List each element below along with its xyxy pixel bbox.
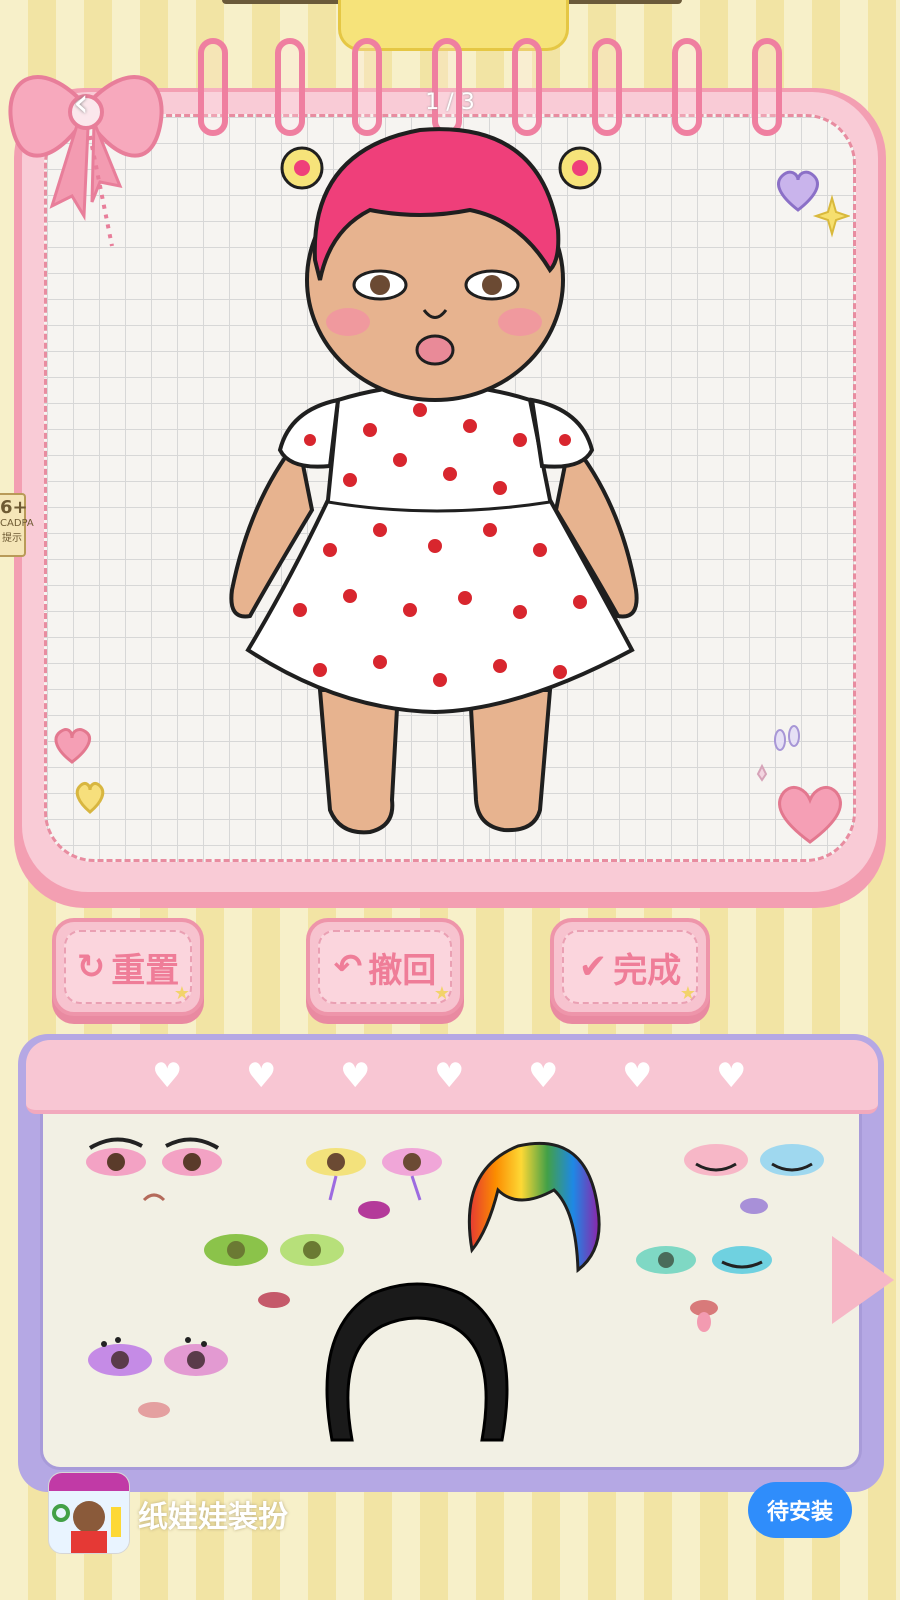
undo-label: 撤回: [368, 950, 437, 991]
makeup-item[interactable]: [84, 1330, 234, 1430]
hearts-decoration: [54, 728, 105, 814]
undo-button[interactable]: ↶ 撤回 ★: [306, 918, 464, 1016]
black-curly-hair-item[interactable]: [312, 1270, 522, 1450]
bow-decoration: [8, 75, 164, 247]
app-icon[interactable]: [48, 1472, 130, 1554]
age-rating-tip: 提示: [2, 533, 22, 544]
heart-icon: ♥: [340, 1056, 371, 1096]
heart-icon: ♥: [716, 1056, 747, 1096]
next-page-arrow[interactable]: [832, 1236, 894, 1324]
check-icon: ✔: [578, 947, 608, 987]
star-icon: ★: [173, 983, 190, 1004]
chevron-left-icon: ‹: [73, 80, 89, 126]
age-rating-value: 6+: [0, 497, 28, 518]
binder-ring: [752, 38, 782, 136]
back-button[interactable]: ‹: [58, 80, 104, 126]
makeup-item[interactable]: [300, 1130, 450, 1230]
age-rating-badge: 6+ CADPA 提示: [0, 493, 34, 557]
install-button[interactable]: 待安装: [748, 1482, 852, 1538]
done-label: 完成: [613, 950, 682, 991]
age-rating-sub: CADPA: [0, 518, 34, 529]
makeup-item[interactable]: [680, 1130, 830, 1230]
heart-icon: ♥: [622, 1056, 653, 1096]
makeup-item[interactable]: [630, 1230, 780, 1340]
star-icon: ★: [679, 983, 696, 1004]
makeup-item[interactable]: [80, 1130, 230, 1220]
heart-icon: ♥: [528, 1056, 559, 1096]
reset-button[interactable]: ↻ 重置 ★: [52, 918, 204, 1016]
reset-icon: ↻: [76, 947, 106, 987]
heart-icon: ♥: [152, 1056, 183, 1096]
app-name: 纸娃娃装扮: [138, 1500, 288, 1535]
binder-ring: [672, 38, 702, 136]
heart-drops-decoration: [756, 725, 842, 844]
done-button[interactable]: ✔ 完成 ★: [550, 918, 710, 1016]
star-icon: ★: [433, 983, 450, 1004]
doll-figure[interactable]: [220, 110, 650, 850]
rainbow-hair-item[interactable]: [458, 1130, 608, 1280]
heart-icon: ♥: [434, 1056, 465, 1096]
doll-app-icon: [49, 1473, 129, 1553]
undo-icon: ↶: [333, 947, 363, 987]
heart-star-decoration: [777, 170, 850, 238]
heart-icon: ♥: [246, 1056, 277, 1096]
reset-label: 重置: [111, 950, 180, 991]
